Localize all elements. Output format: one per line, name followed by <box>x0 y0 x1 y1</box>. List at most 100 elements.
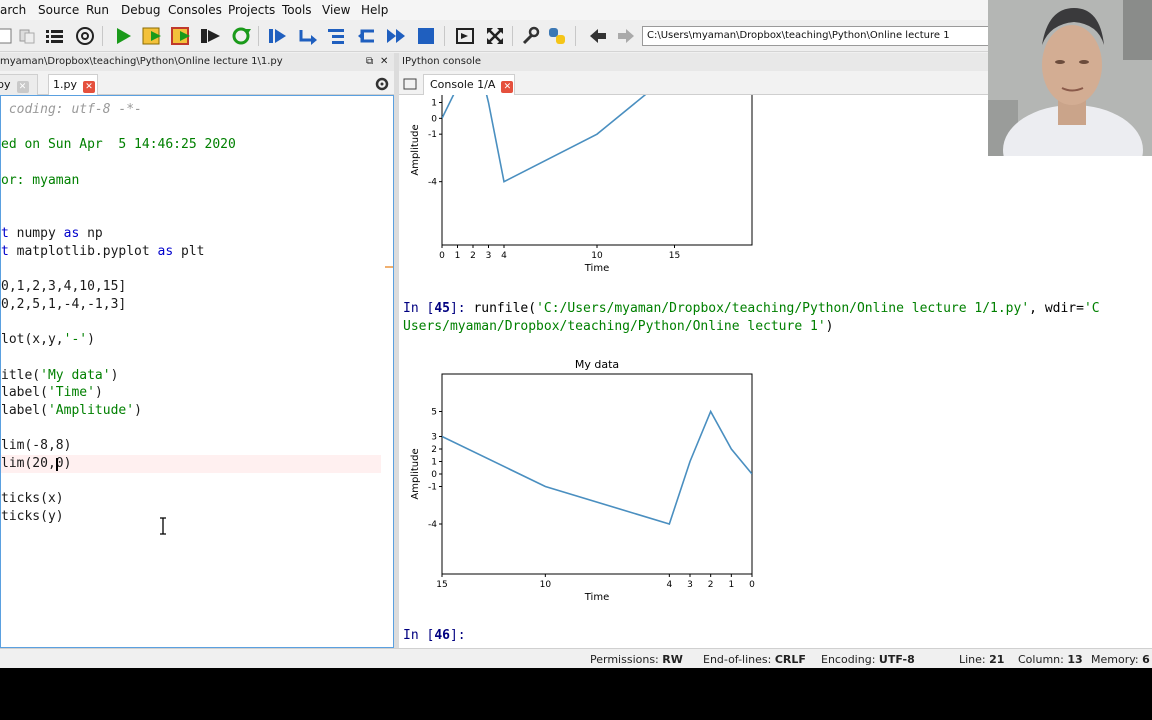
menu-debug[interactable]: Debug <box>121 3 160 17</box>
back-arrow-icon[interactable] <box>587 25 609 47</box>
console-pane-title: IPython console <box>399 53 988 71</box>
code-token: 0,1,2,3,4,10,15] <box>1 279 127 294</box>
menu-run[interactable]: Run <box>86 3 109 17</box>
step-return-icon[interactable] <box>356 25 378 47</box>
code-token: plt <box>173 243 205 259</box>
x-tick-label: 15 <box>669 251 680 261</box>
continue-icon[interactable] <box>385 25 407 47</box>
eol-status: End-of-lines: CRLF <box>703 653 806 666</box>
code-token: t <box>1 243 9 259</box>
code-line: coding: utf-8 -*- <box>1 101 142 119</box>
x-tick-label: 1 <box>455 251 461 261</box>
maximize-pane-icon[interactable] <box>454 25 476 47</box>
python-path-icon[interactable] <box>546 25 568 47</box>
close-pane-icon[interactable]: ✕ <box>380 53 388 71</box>
prompt-label: In [ <box>403 301 435 316</box>
text-cursor <box>56 458 58 471</box>
command-arg: 'C <box>1083 301 1100 316</box>
fullscreen-icon[interactable] <box>484 25 506 47</box>
prompt-end: ]: <box>449 628 474 643</box>
mouse-ibeam-cursor <box>160 517 166 535</box>
code-token: ) <box>94 385 103 401</box>
close-tab-icon[interactable]: ✕ <box>501 81 514 93</box>
forward-arrow-icon[interactable] <box>615 25 637 47</box>
y-tick-label: 1 <box>431 99 437 109</box>
prompt: In [45]: <box>403 301 473 316</box>
list-icon[interactable] <box>44 25 66 47</box>
step-icon[interactable] <box>297 25 319 47</box>
editor-pane-title: myaman\Dropbox\teaching\Python\Online le… <box>0 53 394 71</box>
menu-help[interactable]: Help <box>361 3 388 17</box>
menu-search[interactable]: arch <box>0 3 26 17</box>
debug-icon[interactable] <box>267 25 289 47</box>
step-into-icon[interactable] <box>326 25 348 47</box>
y-axis-label: Amplitude <box>410 124 421 175</box>
code-line: ed on Sun Apr 5 14:46:25 2020 <box>1 136 236 154</box>
file-icon[interactable] <box>0 25 16 47</box>
cut-icon[interactable] <box>16 25 38 47</box>
console-line-46[interactable]: In [46]: <box>403 627 473 645</box>
code-token: numpy <box>8 225 64 241</box>
code-line: lim(20,0) <box>1 455 71 473</box>
code-line: ticks(x) <box>1 490 64 508</box>
console-line-45: In [45]: runfile('C:/Users/myaman/Dropbo… <box>403 300 1100 318</box>
close-tab-icon[interactable]: ✕ <box>16 81 29 93</box>
stop-icon[interactable] <box>415 25 437 47</box>
run-icon[interactable] <box>112 25 134 47</box>
menu-bar: arch Source Run Debug Consoles Projects … <box>0 0 1152 20</box>
eol-label: End-of-lines: <box>703 653 772 666</box>
code-token: lim(-8,8) <box>1 438 72 454</box>
editor-tabs: py ✕ 1.py ✕ <box>0 71 394 95</box>
tab-label: 1.py <box>53 78 77 91</box>
prompt: In [46]: <box>403 628 473 643</box>
line-status: Line: 21 <box>959 653 1004 666</box>
tab-1py[interactable]: 1.py ✕ <box>48 74 98 95</box>
y-axis-label: Amplitude <box>410 448 421 499</box>
menu-projects[interactable]: Projects <box>228 3 275 17</box>
code-token: lot(x,y, <box>1 332 64 348</box>
code-editor[interactable]: coding: utf-8 -*- ed on Sun Apr 5 14:46:2… <box>0 95 394 648</box>
command-text: , wdir= <box>1029 301 1084 316</box>
x-tick-label: 2 <box>470 251 476 261</box>
tab-py[interactable]: py ✕ <box>0 74 38 95</box>
editor-options-gear-icon[interactable] <box>375 76 389 95</box>
browse-tabs-icon[interactable] <box>403 76 417 95</box>
command-text: runfile( <box>473 301 537 316</box>
scroll-marker <box>385 266 393 268</box>
code-token: '-' <box>63 332 88 348</box>
encoding-status: Encoding: UTF-8 <box>821 653 915 666</box>
menu-view[interactable]: View <box>322 3 350 17</box>
menu-source[interactable]: Source <box>38 3 79 17</box>
undock-icon[interactable]: ⧉ <box>366 53 373 71</box>
working-directory-input[interactable]: C:\Users\myaman\Dropbox\teaching\Python\… <box>642 26 990 46</box>
x-tick-label: 3 <box>687 580 693 590</box>
preferences-icon[interactable] <box>519 25 541 47</box>
menu-consoles[interactable]: Consoles <box>168 3 222 17</box>
command-arg: Users/myaman/Dropbox/teaching/Python/Onl… <box>403 319 826 334</box>
command-text: ) <box>825 319 834 334</box>
close-tab-icon[interactable]: ✕ <box>83 81 95 93</box>
y-tick-label: 0 <box>431 470 437 480</box>
code-token: np <box>79 225 103 241</box>
ipython-console[interactable]: 0123410153210-1-4TimeAmplitude In [45]: … <box>399 95 1152 648</box>
y-tick-label: 3 <box>431 433 437 443</box>
webcam-overlay <box>988 0 1152 156</box>
x-tick-label: 4 <box>666 580 672 590</box>
column-status: Column: 13 <box>1018 653 1083 666</box>
status-bar: Permissions: RW End-of-lines: CRLF Encod… <box>0 648 1152 668</box>
run-cell-advance-icon[interactable] <box>171 25 193 47</box>
y-tick-label: -4 <box>428 178 437 188</box>
tab-label: py <box>0 78 11 91</box>
run-cell-icon[interactable] <box>142 25 164 47</box>
tab-console-1a[interactable]: Console 1/A ✕ <box>423 74 515 95</box>
run-selection-icon[interactable] <box>200 25 222 47</box>
x-tick-label: 1 <box>728 580 734 590</box>
code-token: coding: utf-8 -*- <box>1 102 142 117</box>
at-icon[interactable] <box>74 25 96 47</box>
rerun-icon[interactable] <box>231 25 253 47</box>
command-arg: 'C:/Users/myaman/Dropbox/teaching/Python… <box>536 301 1030 316</box>
plot-axes-frame <box>441 95 753 246</box>
editor-file-path: myaman\Dropbox\teaching\Python\Online le… <box>0 56 283 67</box>
code-token: as <box>157 243 174 259</box>
menu-tools[interactable]: Tools <box>282 3 312 17</box>
